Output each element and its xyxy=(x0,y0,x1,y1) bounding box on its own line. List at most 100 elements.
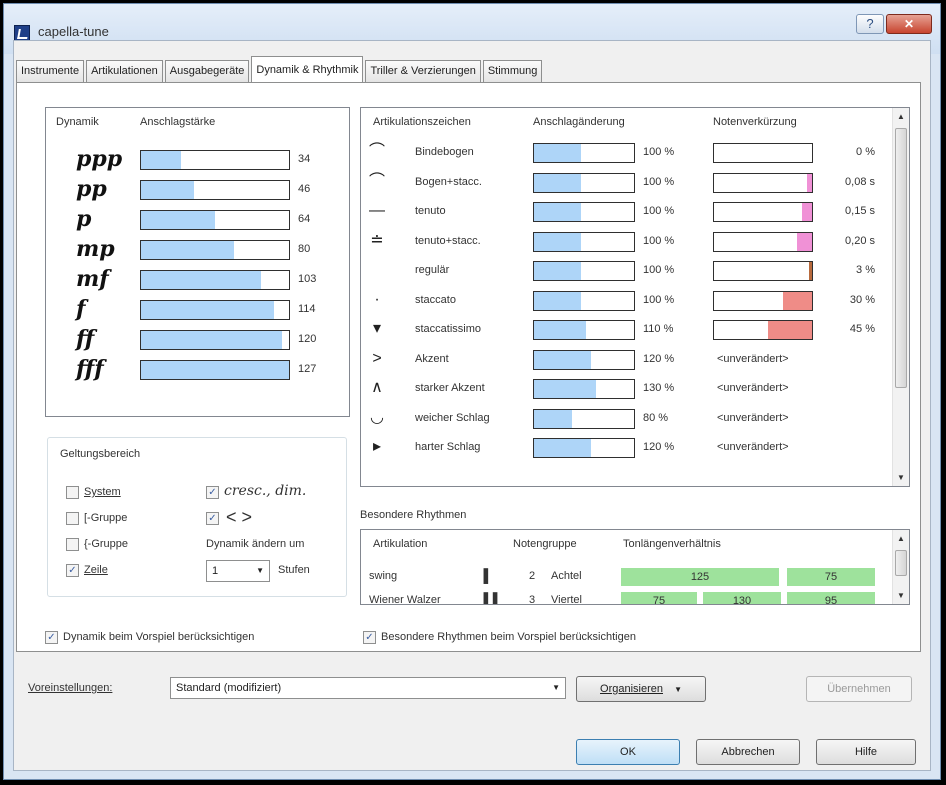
rhythms-list[interactable]: Artikulation Notengruppe Tonlängenverhäl… xyxy=(360,529,910,605)
dynamic-row[interactable]: f 114 xyxy=(46,296,346,324)
strength-bar[interactable] xyxy=(140,300,290,320)
articulation-name: tenuto+stacc. xyxy=(415,234,481,247)
strength-bar[interactable] xyxy=(140,270,290,290)
shorten-bar[interactable] xyxy=(713,290,813,311)
organize-button[interactable]: Organisieren ▼ xyxy=(576,676,706,702)
ratio-cell[interactable]: 125 xyxy=(621,568,779,586)
articulation-row[interactable]: ◡ weicher Schlag 80 % <unverändert> xyxy=(361,408,891,436)
shorten-bar[interactable] xyxy=(713,143,813,163)
shorten-bar[interactable] xyxy=(713,261,813,281)
articulation-row[interactable]: · staccato 100 % 30 % xyxy=(361,290,891,318)
change-bar[interactable] xyxy=(533,320,635,340)
hairpin-checkbox[interactable]: ✓ xyxy=(206,512,219,525)
scroll-up-icon[interactable]: ▲ xyxy=(893,108,909,125)
strength-value: 80 xyxy=(298,243,311,255)
shorten-bar[interactable] xyxy=(713,172,813,193)
close-button[interactable]: ✕ xyxy=(886,14,932,34)
cancel-button[interactable]: Abbrechen xyxy=(696,739,800,765)
dynamics-list[interactable]: Dynamik Anschlagstärke ppp 34 pp 46 p 64 mp 80 m… xyxy=(45,107,350,417)
articulation-row[interactable]: ▸ harter Schlag 120 % <unverändert> xyxy=(361,437,891,465)
window-title: capella-tune xyxy=(38,24,109,39)
shorten-value: 3 % xyxy=(856,264,875,276)
articulation-row[interactable]: ≐ tenuto+stacc. 100 % 0,20 s xyxy=(361,231,891,259)
shorten-bar[interactable] xyxy=(713,231,813,252)
rhythms-header-art: Artikulation xyxy=(373,538,428,550)
tab-instrumente[interactable]: Instrumente xyxy=(16,60,85,82)
change-bar[interactable] xyxy=(533,143,635,163)
apply-button[interactable]: Übernehmen xyxy=(806,676,912,702)
change-bar[interactable] xyxy=(533,408,635,429)
strength-bar[interactable] xyxy=(140,150,290,170)
scroll-up-icon[interactable]: ▲ xyxy=(893,530,909,547)
articulation-row[interactable]: regulär 100 % 3 % xyxy=(361,260,891,288)
rhythms-header-ratio: Tonlängenverhältnis xyxy=(623,538,721,550)
strength-bar[interactable] xyxy=(140,330,290,350)
tab-dynamik-rhythmik[interactable]: Dynamik & Rhythmik xyxy=(251,56,364,82)
shorten-value: 45 % xyxy=(849,323,875,335)
tab-ausgabegeraete[interactable]: Ausgabegeräte xyxy=(164,60,250,82)
cresc-checkbox[interactable]: ✓ xyxy=(206,486,219,499)
articulation-row[interactable]: > Akzent 120 % <unverändert> xyxy=(361,349,891,377)
articulation-row[interactable]: ⌒ Bindebogen 100 % 0 % xyxy=(361,142,891,170)
articulation-name: harter Schlag xyxy=(415,441,481,453)
change-bar[interactable] xyxy=(533,379,635,399)
change-bar[interactable] xyxy=(533,172,635,193)
articulation-row[interactable]: — tenuto 100 % 0,15 s xyxy=(361,201,891,229)
tab-triller-verzierungen[interactable]: Triller & Verzierungen xyxy=(365,60,481,82)
articulation-row[interactable]: ∧ starker Akzent 130 % <unverändert> xyxy=(361,378,891,406)
tab-artikulationen[interactable]: Artikulationen xyxy=(86,60,163,82)
articulation-row[interactable]: ⌒ Bogen+stacc. 100 % 0,08 s xyxy=(361,172,891,200)
chevron-down-icon: ▼ xyxy=(256,566,264,575)
dynamic-row[interactable]: pp 46 xyxy=(46,176,346,204)
scroll-down-icon[interactable]: ▼ xyxy=(893,587,909,604)
rhythm-playback-checkbox[interactable]: ✓ xyxy=(363,631,376,644)
help-titlebar-button[interactable]: ? xyxy=(856,14,884,34)
dynamic-row[interactable]: mp 80 xyxy=(46,236,346,264)
articulation-list[interactable]: Artikulationszeichen Anschlagänderung No… xyxy=(360,107,910,487)
rhythms-title: Besondere Rhythmen xyxy=(360,509,467,521)
strength-bar[interactable] xyxy=(140,240,290,260)
change-bar[interactable] xyxy=(533,290,635,311)
shorten-value: <unverändert> xyxy=(717,441,789,453)
articulation-scrollbar[interactable]: ▲ ▼ xyxy=(892,108,909,486)
change-bar[interactable] xyxy=(533,202,635,222)
line-checkbox[interactable]: ✓ xyxy=(66,564,79,577)
dynamic-row[interactable]: ppp 34 xyxy=(46,146,346,174)
change-bar[interactable] xyxy=(533,261,635,281)
articulation-row[interactable]: ▾ staccatissimo 110 % 45 % xyxy=(361,319,891,347)
ratio-cell[interactable]: 75 xyxy=(787,568,875,586)
ratio-cell[interactable]: 75 xyxy=(621,592,697,604)
shorten-bar[interactable] xyxy=(713,320,813,340)
system-checkbox[interactable] xyxy=(66,486,79,499)
strength-bar[interactable] xyxy=(140,360,290,380)
brace-group-checkbox[interactable] xyxy=(66,538,79,551)
change-bar[interactable] xyxy=(533,438,635,458)
dynamic-row[interactable]: ff 120 xyxy=(46,326,346,354)
strength-bar[interactable] xyxy=(140,210,290,230)
bracket-group-checkbox[interactable] xyxy=(66,512,79,525)
rhythms-scrollbar[interactable]: ▲ ▼ xyxy=(892,530,909,604)
dyn-playback-checkbox[interactable]: ✓ xyxy=(45,631,58,644)
ratio-cell[interactable]: 95 xyxy=(787,592,875,604)
change-bar[interactable] xyxy=(533,231,635,252)
rhythm-name: Wiener Walzer xyxy=(369,594,441,605)
tab-stimmung[interactable]: Stimmung xyxy=(482,60,543,82)
scroll-thumb[interactable] xyxy=(895,128,907,388)
scroll-thumb[interactable] xyxy=(895,550,907,576)
dynamic-row[interactable]: p 64 xyxy=(46,206,346,234)
capella-app-icon xyxy=(14,25,30,41)
scroll-down-icon[interactable]: ▼ xyxy=(893,469,909,486)
ok-button[interactable]: OK xyxy=(576,739,680,765)
help-button[interactable]: Hilfe xyxy=(816,739,916,765)
organize-label: Organisieren xyxy=(600,683,663,695)
strength-value: 64 xyxy=(298,213,311,225)
dynamic-row[interactable]: fff 127 xyxy=(46,356,346,384)
steps-select[interactable]: 1 ▼ xyxy=(206,560,270,582)
ratio-cell[interactable]: 130 xyxy=(703,592,781,604)
shorten-bar[interactable] xyxy=(713,202,813,222)
strength-bar[interactable] xyxy=(140,180,290,200)
change-bar[interactable] xyxy=(533,349,635,370)
change-value: 100 % xyxy=(643,205,675,217)
presets-select[interactable]: Standard (modifiziert) ▼ xyxy=(170,677,566,699)
dynamic-row[interactable]: mf 103 xyxy=(46,266,346,294)
